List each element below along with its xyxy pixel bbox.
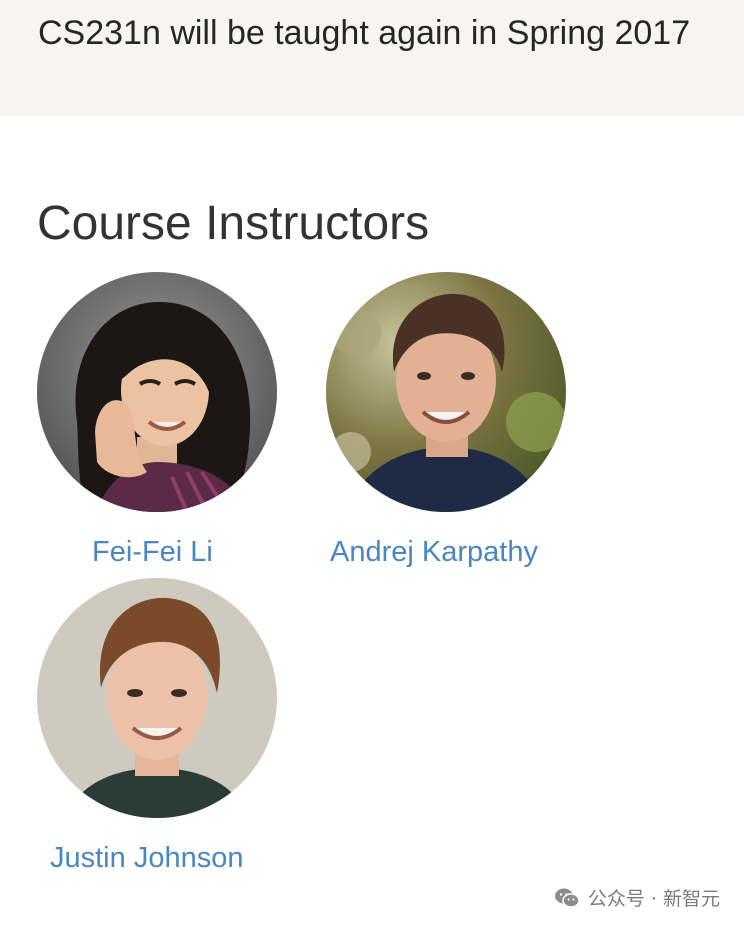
section-title: Course Instructors — [37, 197, 430, 250]
watermark: 公众号 · 新智元 — [554, 884, 720, 911]
instructor-photo-fei-fei-li[interactable] — [37, 272, 277, 512]
instructor-name-fei-fei-li[interactable]: Fei-Fei Li — [92, 536, 213, 569]
instructor-photo-justin-johnson[interactable] — [37, 578, 277, 818]
announcement-banner: CS231n will be taught again in Spring 20… — [0, 0, 744, 116]
wechat-icon — [554, 888, 580, 908]
instructor-name-andrej-karpathy[interactable]: Andrej Karpathy — [330, 536, 538, 569]
portrait-photo-icon — [37, 578, 277, 818]
announcement-text: CS231n will be taught again in Spring 20… — [38, 14, 691, 52]
instructor-photo-andrej-karpathy[interactable] — [326, 272, 566, 512]
portrait-photo-icon — [37, 272, 277, 512]
instructor-name-justin-johnson[interactable]: Justin Johnson — [50, 842, 243, 875]
portrait-photo-icon — [326, 272, 566, 512]
watermark-text: 公众号 · 新智元 — [587, 888, 720, 910]
